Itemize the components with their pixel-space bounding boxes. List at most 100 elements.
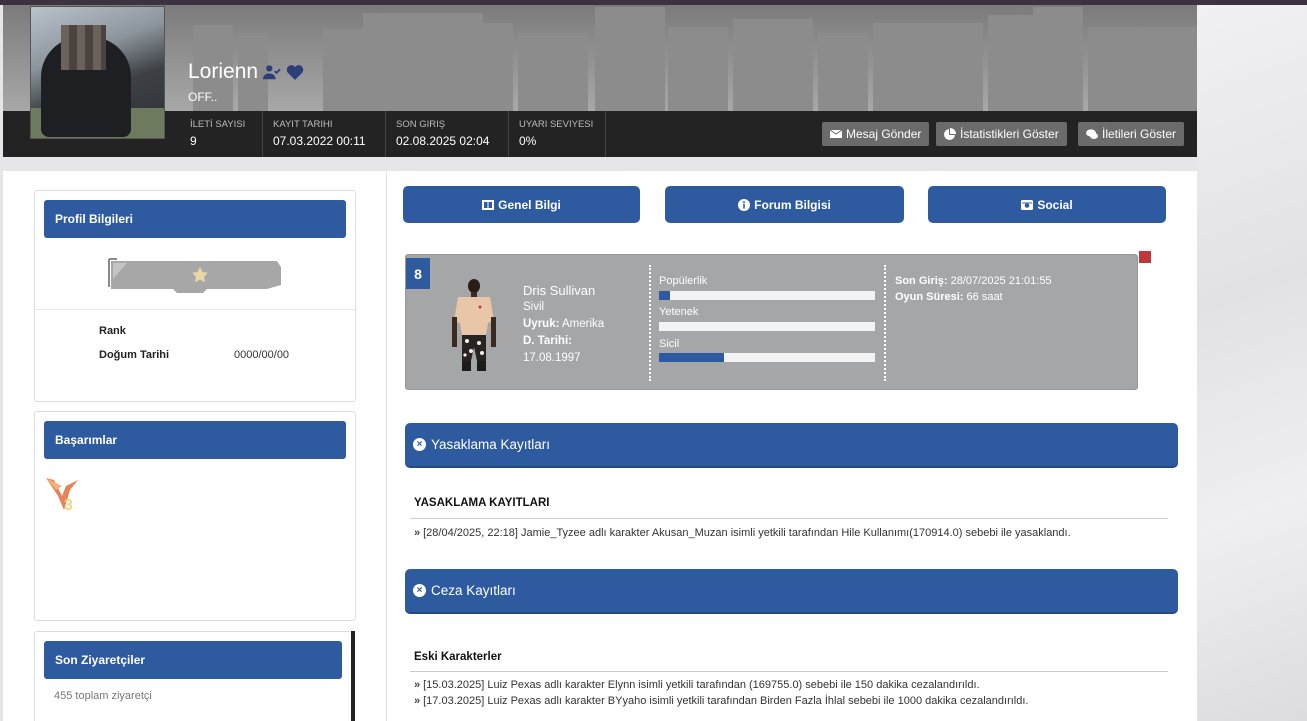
record-label: Sicil bbox=[659, 338, 680, 350]
penalties-section-title: Eski Karakterler bbox=[414, 651, 502, 663]
achievement-badge-icon[interactable]: 3 bbox=[44, 476, 80, 514]
penalty-entry: » [15.03.2025] Luiz Pexas adlı karakter E… bbox=[414, 679, 980, 691]
bans-panel-title: Yasaklama Kayıtları bbox=[431, 437, 551, 452]
stat-label: İLETİ SAYISI bbox=[190, 119, 246, 130]
character-nationality: Uyruk: Amerika bbox=[523, 318, 604, 330]
background-decoration bbox=[1197, 5, 1307, 721]
character-role: Sivil bbox=[523, 301, 545, 313]
birth-label-text: D. Tarihi: bbox=[523, 335, 572, 347]
profile-banner bbox=[3, 5, 1197, 111]
skill-bar bbox=[659, 322, 875, 331]
heart-icon bbox=[286, 65, 304, 80]
dotted-separator bbox=[884, 265, 886, 381]
rank-badge bbox=[108, 258, 281, 293]
double-chevron-right-icon: » bbox=[414, 695, 421, 707]
ban-entry: » [28/04/2025, 22:18] Jamie_Tyzee adlı ka… bbox=[414, 527, 1071, 539]
card-separator bbox=[35, 309, 355, 310]
character-name: Dris Sullivan bbox=[523, 283, 596, 298]
dotted-separator bbox=[649, 265, 651, 381]
penalties-panel-title: Ceza Kayıtları bbox=[431, 583, 516, 598]
send-message-label: Mesaj Gönder bbox=[846, 127, 922, 141]
nationality-label: Uyruk: bbox=[523, 318, 560, 330]
record-bar-fill bbox=[659, 353, 724, 362]
tab-social[interactable]: Social bbox=[928, 186, 1166, 223]
username: Lorienn bbox=[188, 60, 259, 83]
popularity-bar-fill bbox=[659, 291, 670, 300]
rank-label: Rank bbox=[99, 325, 126, 337]
character-birth-label: D. Tarihi: bbox=[523, 335, 572, 347]
skyline-decoration bbox=[193, 7, 1197, 111]
record-bar bbox=[659, 353, 875, 362]
username-row: Lorienn bbox=[188, 60, 304, 84]
bans-panel-header[interactable]: × Yasaklama Kayıtları bbox=[405, 423, 1178, 468]
last-login-value: 28/07/2025 21:01:55 bbox=[950, 275, 1052, 287]
double-chevron-right-icon: » bbox=[414, 679, 421, 691]
section-rule bbox=[410, 671, 1168, 672]
status-indicator bbox=[1139, 251, 1151, 263]
stat-value: 9 bbox=[190, 134, 197, 148]
achievements-header: Başarımlar bbox=[44, 421, 346, 459]
achievements-card: Başarımlar 3 bbox=[34, 411, 356, 621]
comments-icon bbox=[1086, 129, 1098, 139]
stat-value: 02.08.2025 02:04 bbox=[396, 134, 490, 148]
birth-date-value: 0000/00/00 bbox=[234, 349, 290, 361]
character-number: 8 bbox=[406, 258, 430, 289]
character-playtime: Oyun Süresi: 66 saat bbox=[895, 291, 1003, 303]
birth-date-label: Doğum Tarihi bbox=[99, 349, 170, 361]
tab-general-info-label: Genel Bilgi bbox=[498, 197, 561, 212]
user-status: OFF.. bbox=[188, 90, 218, 104]
pie-chart-icon bbox=[944, 128, 956, 140]
stat-label: KAYIT TARIHI bbox=[273, 119, 333, 130]
stat-label: SON GIRIŞ bbox=[396, 119, 446, 130]
stat-label: UYARI SEVIYESI bbox=[519, 119, 594, 130]
character-skin-image bbox=[452, 279, 496, 371]
columns-icon bbox=[482, 199, 495, 210]
last-login-label: Son Giriş: bbox=[895, 275, 948, 287]
visitors-card: Son Ziyaretçiler 455 toplam ziyaretçi bbox=[34, 631, 352, 721]
penalty-entry-text: [17.03.2025] Luiz Pexas adlı karakter BY… bbox=[423, 695, 1029, 707]
playtime-label: Oyun Süresi: bbox=[895, 291, 964, 303]
stat-warning-level: UYARI SEVIYESI 0% bbox=[509, 111, 606, 157]
penalty-entry-text: [15.03.2025] Luiz Pexas adlı karakter El… bbox=[423, 679, 980, 691]
column-divider bbox=[386, 171, 387, 721]
popularity-label: Popülerlik bbox=[659, 275, 708, 287]
visitors-header: Son Ziyaretçiler bbox=[44, 641, 342, 679]
user-avatar[interactable] bbox=[30, 6, 165, 139]
penalties-panel-header[interactable]: × Ceza Kayıtları bbox=[405, 569, 1178, 614]
stat-register-date: KAYIT TARIHI 07.03.2022 00:11 bbox=[263, 111, 386, 157]
stat-last-login: SON GIRIŞ 02.08.2025 02:04 bbox=[386, 111, 509, 157]
double-chevron-right-icon: » bbox=[414, 527, 421, 539]
tab-forum-info-label: Forum Bilgisi bbox=[754, 197, 831, 212]
info-circle-icon bbox=[738, 198, 751, 211]
visitor-count: 455 toplam ziyaretçi bbox=[54, 690, 152, 702]
show-statistics-label: İstatistikleri Göster bbox=[960, 127, 1059, 141]
tab-social-label: Social bbox=[1037, 197, 1073, 212]
stat-value: 07.03.2022 00:11 bbox=[273, 134, 366, 148]
profile-info-card: Profil Bilgileri Rank Doğum Tarihi 0000/… bbox=[34, 190, 356, 402]
character-last-login: Son Giriş: 28/07/2025 21:01:55 bbox=[895, 275, 1052, 287]
playtime-value: 66 saat bbox=[966, 291, 1003, 303]
avatar-blurred-face bbox=[61, 25, 106, 70]
penalty-entry: » [17.03.2025] Luiz Pexas adlı karakter B… bbox=[414, 695, 1028, 707]
section-rule bbox=[410, 518, 1168, 519]
bans-section-title: YASAKLAMA KAYITLARI bbox=[414, 497, 550, 509]
tab-general-info[interactable]: Genel Bilgi bbox=[403, 186, 640, 223]
nationality-value: Amerika bbox=[562, 318, 605, 330]
visitors-scrollbar[interactable] bbox=[351, 631, 355, 721]
ban-entry-text: [28/04/2025, 22:18] Jamie_Tyzee adlı kar… bbox=[423, 527, 1071, 539]
envelope-icon bbox=[830, 129, 842, 138]
svg-text:3: 3 bbox=[64, 497, 73, 514]
skill-label: Yetenek bbox=[659, 306, 699, 318]
user-check-icon bbox=[263, 65, 281, 80]
show-statistics-button[interactable]: İstatistikleri Göster bbox=[936, 122, 1067, 146]
close-circle-icon: × bbox=[413, 584, 426, 597]
tab-forum-info[interactable]: Forum Bilgisi bbox=[665, 186, 904, 223]
profile-info-header: Profil Bilgileri bbox=[44, 200, 346, 238]
show-posts-label: İletileri Göster bbox=[1102, 127, 1177, 141]
show-posts-button[interactable]: İletileri Göster bbox=[1078, 122, 1185, 146]
send-message-button[interactable]: Mesaj Gönder bbox=[822, 122, 930, 146]
popularity-bar bbox=[659, 291, 875, 300]
camera-icon bbox=[1021, 199, 1034, 210]
stat-value: 0% bbox=[519, 134, 537, 148]
character-card: 8 Dris Sullivan Sivil Uyruk: Amerika D. … bbox=[405, 254, 1138, 390]
